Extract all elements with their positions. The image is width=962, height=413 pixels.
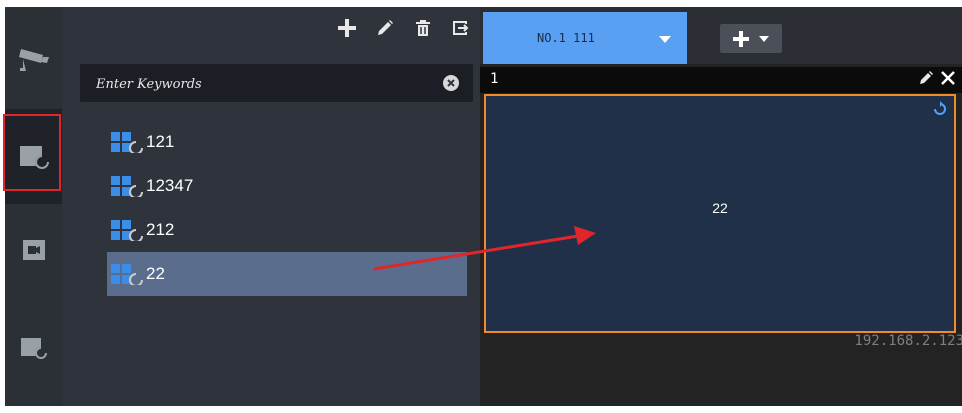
- add-icon: [338, 19, 356, 37]
- group-list-item[interactable]: 212: [107, 208, 467, 252]
- group-label: 212: [146, 220, 175, 239]
- group-icon: [111, 264, 143, 285]
- video-icon: [22, 239, 45, 260]
- chevron-down-icon: [759, 35, 769, 42]
- export-group-button[interactable]: [450, 17, 472, 39]
- window-number: 1: [490, 71, 499, 87]
- group-icon: [111, 132, 143, 153]
- group-playback-nav-item[interactable]: [5, 320, 62, 375]
- group-toolbar: [336, 17, 472, 39]
- group-list: 121 12347 212 22: [107, 120, 467, 296]
- add-icon: [733, 30, 749, 47]
- group-icon: [111, 176, 143, 197]
- camera-nav-item[interactable]: [5, 29, 62, 89]
- group-label: 121: [146, 132, 175, 151]
- edit-group-button[interactable]: [374, 17, 396, 39]
- group-list-item[interactable]: 121: [107, 120, 467, 164]
- window-header: 1: [480, 67, 962, 93]
- add-group-button[interactable]: [336, 17, 358, 39]
- group-list-item[interactable]: 12347: [107, 164, 467, 208]
- group-panel: 121 12347 212 22: [62, 7, 480, 406]
- search-box: [80, 64, 473, 104]
- search-input[interactable]: [94, 64, 428, 104]
- view-tab[interactable]: NO.1 111: [483, 12, 687, 64]
- close-icon: [447, 79, 455, 87]
- delete-group-button[interactable]: [412, 17, 434, 39]
- refresh-icon[interactable]: [932, 100, 948, 116]
- view-tab-bar: NO.1 111: [480, 7, 962, 64]
- add-view-button[interactable]: [720, 24, 782, 53]
- pencil-icon: [378, 20, 393, 35]
- view-tab-label: NO.1 111: [537, 31, 595, 45]
- export-icon: [453, 21, 469, 35]
- group-playback-icon: [20, 337, 47, 359]
- close-icon[interactable]: [940, 70, 956, 86]
- video-window[interactable]: 22: [484, 94, 956, 333]
- group-label: 12347: [146, 176, 194, 195]
- clear-search-button[interactable]: [443, 75, 459, 91]
- video-nav-item[interactable]: [5, 222, 62, 277]
- ip-address-label: 192.168.2.123: [854, 333, 962, 349]
- annotation-highlight-box: [3, 114, 61, 191]
- channel-name: 22: [712, 200, 728, 216]
- group-label: 22: [146, 264, 165, 283]
- window-actions: [918, 70, 956, 86]
- view-area: NO.1 111 1 22 192.168.2.123: [480, 7, 962, 406]
- pencil-icon[interactable]: [918, 70, 934, 86]
- camera-icon: [18, 49, 49, 71]
- group-icon: [111, 220, 143, 241]
- left-nav-rail: [5, 7, 62, 406]
- chevron-down-icon[interactable]: [659, 36, 671, 44]
- trash-icon: [416, 20, 430, 36]
- group-list-item-selected[interactable]: 22: [107, 252, 467, 296]
